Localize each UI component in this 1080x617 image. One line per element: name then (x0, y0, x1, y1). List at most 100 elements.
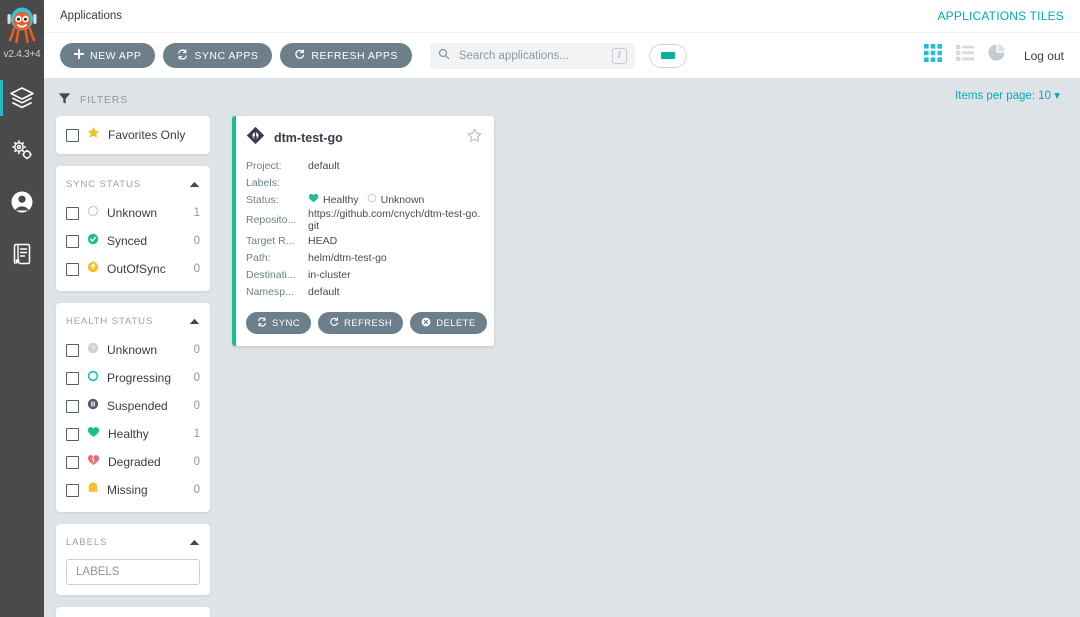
sync-synced-count: 0 (193, 235, 200, 247)
tiles-view-icon[interactable] (923, 44, 942, 67)
left-sidebar: v2.4.3+4 (0, 0, 44, 617)
sidebar-item-user-info[interactable] (0, 176, 44, 228)
health-healthy-count: 1 (193, 428, 200, 440)
sidebar-item-applications[interactable] (0, 72, 44, 124)
items-per-page-select[interactable]: Items per page: 10 ▾ (232, 78, 1064, 102)
sync-outofsync-label: OutOfSync (107, 262, 166, 276)
chevron-up-icon[interactable] (189, 312, 200, 330)
filter-row-health-healthy[interactable]: Healthy 1 (56, 420, 210, 448)
argocd-logo[interactable] (0, 2, 44, 48)
sync-status-badge: Unknown (367, 193, 424, 206)
health-missing-checkbox[interactable] (66, 483, 79, 497)
chevron-down-icon: ▾ (1054, 90, 1060, 102)
labels-filter-card: LABELS (56, 524, 210, 595)
field-value: in-cluster (308, 268, 351, 281)
sidebar-item-documentation[interactable] (0, 228, 44, 280)
new-app-label: NEW APP (90, 49, 142, 62)
refresh-icon (329, 316, 339, 330)
filter-row-health-suspended[interactable]: Suspended 0 (56, 392, 210, 420)
sidebar-item-settings[interactable] (0, 124, 44, 176)
sync-icon (177, 48, 188, 63)
favorites-only-label: Favorites Only (108, 128, 186, 142)
health-progressing-count: 0 (193, 372, 200, 384)
sync-status-header[interactable]: SYNC STATUS (56, 166, 210, 199)
filters-panel: FILTERS Favorites Only SYNC STATUS Unkno… (44, 78, 216, 617)
labels-header[interactable]: LABELS (56, 524, 210, 557)
sync-unknown-checkbox[interactable] (66, 206, 79, 220)
sync-synced-checkbox[interactable] (66, 234, 79, 248)
favorites-only-row[interactable]: Favorites Only (56, 116, 210, 154)
favorites-only-checkbox[interactable] (66, 128, 79, 142)
card-delete-button[interactable]: DELETE (410, 312, 487, 334)
application-field-path: Path: helm/dtm-test-go (246, 249, 482, 266)
field-key: Project: (246, 159, 282, 172)
broken-heart-icon (87, 453, 100, 471)
pause-circle-icon (87, 397, 99, 415)
projects-header[interactable]: PROJECTS (56, 607, 210, 617)
projects-filter-card: PROJECTS (56, 607, 210, 617)
nav-items (0, 72, 44, 280)
application-card[interactable]: dtm-test-go Project: default Labels: Sta… (232, 116, 494, 346)
filter-row-health-progressing[interactable]: Progressing 0 (56, 364, 210, 392)
field-key: Destinati... (246, 268, 296, 281)
health-unknown-checkbox[interactable] (66, 343, 79, 357)
filter-row-health-unknown[interactable]: ? Unknown 0 (56, 336, 210, 364)
health-degraded-checkbox[interactable] (66, 455, 79, 469)
filter-row-health-degraded[interactable]: Degraded 0 (56, 448, 210, 476)
application-type-icon (246, 126, 265, 150)
health-healthy-checkbox[interactable] (66, 427, 79, 441)
sync-status-title: SYNC STATUS (66, 178, 141, 190)
new-app-button[interactable]: NEW APP (60, 43, 156, 68)
health-unknown-label: Unknown (107, 343, 158, 357)
health-status-label: Healthy (323, 193, 359, 206)
favorite-star-icon[interactable] (467, 128, 482, 148)
chevron-up-icon[interactable] (189, 175, 200, 193)
filter-row-sync-outofsync[interactable]: OutOfSync 0 (56, 255, 210, 283)
health-suspended-checkbox[interactable] (66, 399, 79, 413)
sync-outofsync-checkbox[interactable] (66, 262, 79, 276)
search-box[interactable]: / (429, 42, 635, 69)
field-key: Namesp... (246, 285, 294, 298)
sync-outofsync-count: 0 (193, 263, 200, 275)
sync-icon (257, 316, 267, 330)
funnel-icon (58, 92, 71, 108)
refresh-apps-button[interactable]: REFRESH APPS (280, 43, 412, 68)
field-value: https://github.com/cnych/dtm-test-go.git (308, 208, 481, 232)
application-field-namespace: Namesp... default (246, 283, 482, 300)
toolbar: NEW APP SYNC APPS REFRESH APPS Search ap… (44, 32, 1080, 78)
sync-unknown-label: Unknown (107, 206, 158, 220)
out-of-sync-icon (87, 260, 99, 278)
summary-view-icon[interactable] (988, 44, 1006, 67)
filters-header-label: FILTERS (80, 94, 128, 106)
filter-row-health-missing[interactable]: Missing 0 (56, 476, 210, 504)
list-view-icon[interactable] (955, 44, 974, 67)
filters-header: FILTERS (50, 88, 216, 116)
refresh-apps-label: REFRESH APPS (311, 49, 398, 62)
health-unknown-count: 0 (193, 344, 200, 356)
ghost-icon (87, 481, 99, 499)
health-missing-label: Missing (107, 483, 148, 497)
card-refresh-button[interactable]: REFRESH (318, 312, 404, 334)
sync-apps-button[interactable]: SYNC APPS (163, 43, 273, 68)
chevron-up-icon[interactable] (189, 533, 200, 551)
breadcrumb[interactable]: APPLICATIONS TILES (937, 9, 1064, 23)
content-area: Applications APPLICATIONS TILES NEW APP (44, 0, 1080, 617)
labels-input[interactable] (66, 559, 200, 585)
health-progressing-checkbox[interactable] (66, 371, 79, 385)
filter-row-sync-synced[interactable]: Synced 0 (56, 227, 210, 255)
plus-icon (73, 48, 85, 62)
delete-icon (421, 317, 431, 330)
logout-button[interactable]: Log out (1024, 49, 1064, 63)
health-degraded-count: 0 (193, 456, 200, 468)
search-input[interactable] (456, 48, 605, 63)
sync-synced-label: Synced (107, 234, 148, 248)
card-sync-button[interactable]: SYNC (246, 312, 311, 334)
filter-row-sync-unknown[interactable]: Unknown 1 (56, 199, 210, 227)
health-status-header[interactable]: HEALTH STATUS (56, 303, 210, 336)
health-degraded-label: Degraded (108, 455, 161, 469)
progressing-ring-icon (87, 369, 99, 387)
health-healthy-label: Healthy (108, 427, 149, 441)
toolbar-right: Log out (923, 44, 1064, 67)
filter-toggle-button[interactable] (648, 43, 687, 68)
book-icon (9, 241, 35, 267)
